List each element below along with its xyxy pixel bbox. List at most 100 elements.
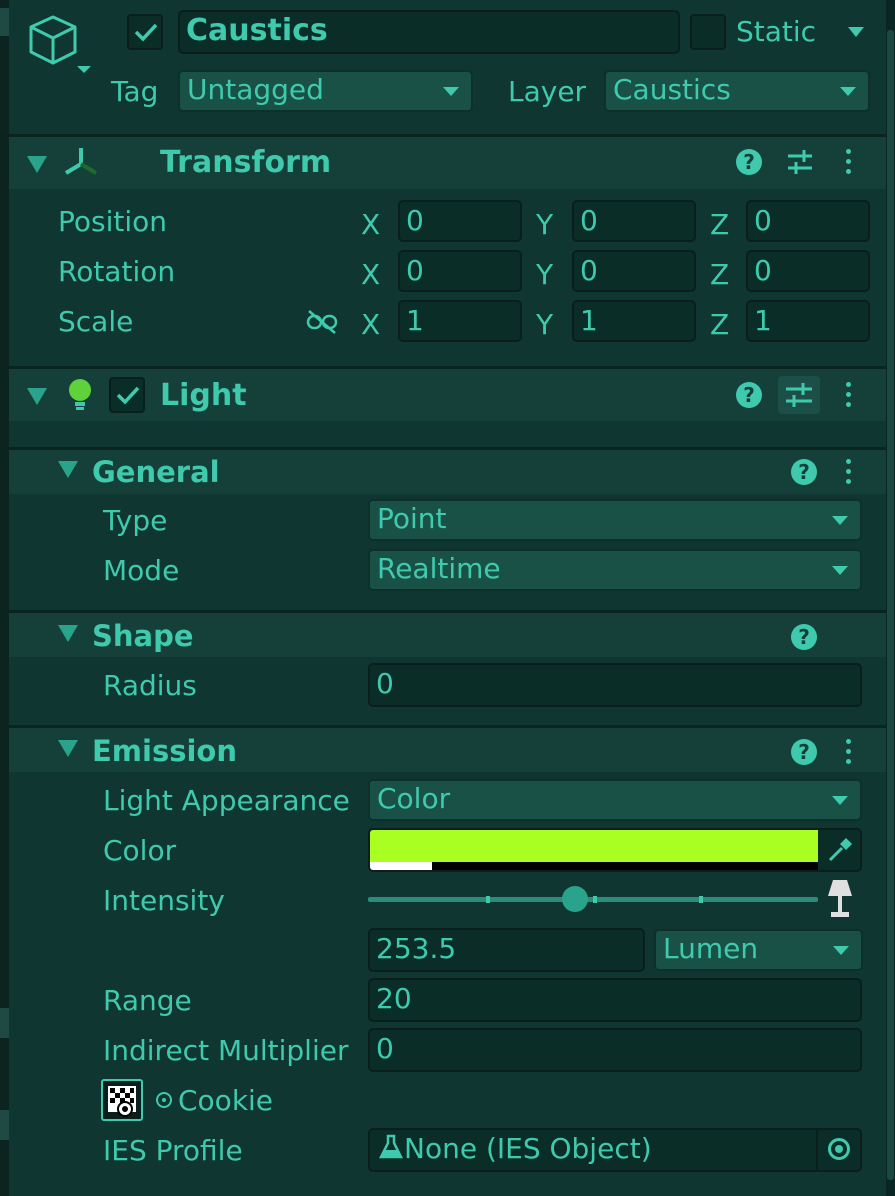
intensity-slider-track[interactable] [368, 896, 818, 903]
emission-title: Emission [92, 734, 237, 768]
intensity-label: Intensity [103, 884, 225, 917]
static-label: Static [736, 15, 817, 48]
mode-dropdown[interactable]: Realtime [368, 549, 862, 591]
light-appearance-value: Color [377, 782, 451, 815]
indirect-multiplier-field[interactable]: 0 [368, 1028, 862, 1072]
cookie-texture-icon[interactable] [101, 1079, 143, 1121]
cookie-label: Cookie [178, 1084, 274, 1117]
chevron-down-icon [833, 946, 849, 955]
static-dropdown-arrow[interactable] [848, 27, 864, 37]
color-swatch[interactable] [370, 830, 818, 862]
intensity-unit-value: Lumen [663, 932, 759, 965]
light-appearance-label: Light Appearance [103, 784, 350, 817]
intensity-value-field[interactable]: 253.5 [368, 928, 645, 972]
axis-x-label[interactable]: X [361, 208, 380, 241]
color-label: Color [103, 834, 177, 867]
gameobject-icon[interactable] [26, 14, 96, 78]
help-icon[interactable]: ? [791, 459, 817, 485]
kebab-menu-icon[interactable] [846, 382, 852, 412]
kebab-menu-icon[interactable] [846, 739, 852, 769]
eyedropper-icon[interactable] [826, 836, 854, 864]
rotation-x-field[interactable]: 0 [398, 250, 522, 292]
rotation-z-field[interactable]: 0 [746, 250, 870, 292]
chevron-down-icon [832, 516, 848, 525]
transform-icon [62, 146, 100, 178]
chevron-down-icon [840, 87, 856, 96]
range-field[interactable]: 20 [368, 978, 862, 1022]
axis-y-label[interactable]: Y [536, 258, 553, 291]
rotation-label: Rotation [58, 255, 176, 288]
light-appearance-dropdown[interactable]: Color [368, 779, 862, 821]
axis-z-label[interactable]: Z [710, 308, 729, 341]
axis-y-label[interactable]: Y [536, 308, 553, 341]
light-enabled-checkbox[interactable] [109, 377, 145, 413]
scrollbar-thumb[interactable] [887, 30, 894, 1180]
general-title: General [92, 455, 220, 489]
radius-field[interactable]: 0 [368, 663, 862, 707]
position-z-field[interactable]: 0 [746, 200, 870, 242]
light-fold-arrow[interactable] [27, 388, 47, 405]
color-field[interactable] [368, 828, 862, 872]
static-checkbox[interactable] [690, 14, 726, 50]
intensity-unit-dropdown[interactable]: Lumen [654, 929, 863, 971]
indirect-multiplier-label: Indirect Multiplier [103, 1034, 349, 1067]
mode-label: Mode [103, 554, 180, 587]
range-label: Range [103, 984, 192, 1017]
chevron-down-icon [832, 796, 848, 805]
light-title: Light [160, 378, 247, 413]
axis-x-label[interactable]: X [361, 258, 380, 291]
rotation-y-field[interactable]: 0 [572, 250, 696, 292]
tag-value: Untagged [187, 73, 324, 106]
light-spacer [9, 421, 886, 447]
kebab-menu-icon[interactable] [846, 149, 852, 179]
help-icon[interactable]: ? [791, 739, 817, 765]
gameobject-name-field[interactable]: Caustics [178, 10, 680, 54]
transform-fold-arrow[interactable] [27, 156, 47, 173]
type-dropdown[interactable]: Point [368, 499, 862, 541]
tag-dropdown[interactable]: Untagged [178, 70, 473, 112]
color-alpha-fill [370, 862, 432, 870]
color-alpha-bar [370, 862, 818, 870]
scale-label: Scale [58, 305, 134, 338]
shape-fold-arrow[interactable] [58, 625, 78, 642]
object-picker-icon[interactable] [816, 1130, 860, 1170]
chevron-down-icon [443, 87, 459, 96]
axis-z-label[interactable]: Z [710, 208, 729, 241]
position-y-field[interactable]: 0 [572, 200, 696, 242]
axis-y-label[interactable]: Y [536, 208, 553, 241]
emission-fold-arrow[interactable] [58, 740, 78, 757]
active-checkbox[interactable] [127, 14, 163, 50]
kebab-menu-icon[interactable] [846, 459, 852, 489]
scale-x-field[interactable]: 1 [398, 300, 522, 342]
light-bulb-icon [66, 377, 94, 413]
scale-y-field[interactable]: 1 [572, 300, 696, 342]
scale-z-field[interactable]: 1 [746, 300, 870, 342]
lamp-icon[interactable] [826, 878, 854, 920]
position-label: Position [58, 205, 168, 238]
layer-dropdown[interactable]: Caustics [604, 70, 870, 112]
type-value: Point [377, 502, 447, 535]
layer-value: Caustics [613, 73, 731, 106]
position-x-field[interactable]: 0 [398, 200, 522, 242]
transform-title: Transform [160, 145, 332, 180]
chevron-down-icon [832, 566, 848, 575]
mode-value: Realtime [377, 552, 501, 585]
preset-icon[interactable] [778, 376, 820, 414]
axis-z-label[interactable]: Z [710, 258, 729, 291]
help-icon[interactable]: ? [736, 382, 762, 408]
radius-label: Radius [103, 669, 197, 702]
constrain-proportions-icon[interactable] [305, 308, 339, 336]
scrollbar[interactable] [886, 0, 895, 1196]
left-edge [0, 0, 9, 1196]
general-fold-arrow[interactable] [58, 461, 78, 478]
intensity-slider-knob[interactable] [562, 886, 588, 912]
ies-profile-value: None (IES Object) [404, 1132, 652, 1165]
help-icon[interactable]: ? [736, 149, 762, 175]
help-icon[interactable]: ? [791, 624, 817, 650]
preset-icon[interactable] [786, 148, 814, 176]
ies-profile-field[interactable]: None (IES Object) [368, 1128, 862, 1172]
axis-x-label[interactable]: X [361, 308, 380, 341]
shape-title: Shape [92, 619, 194, 653]
tag-label: Tag [111, 75, 159, 108]
object-picker-icon[interactable] [156, 1092, 172, 1108]
